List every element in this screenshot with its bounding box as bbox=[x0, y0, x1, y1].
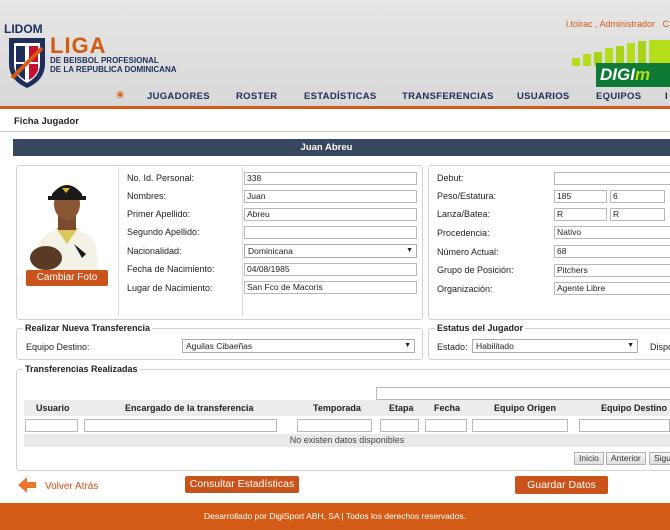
disponibilidad-label: Dispo bbox=[650, 342, 670, 352]
back-link[interactable]: Volver Atrás bbox=[45, 481, 98, 492]
fecha-nacimiento-field[interactable]: 04/08/1985 bbox=[244, 263, 417, 276]
nombres-label: Nombres: bbox=[127, 191, 167, 201]
lugar-nacimiento-field[interactable]: San Fco de Macoris bbox=[244, 281, 417, 294]
filter-encargado[interactable] bbox=[84, 419, 277, 432]
change-photo-button[interactable]: Cambiar Foto bbox=[26, 270, 108, 286]
user-name-link[interactable]: l.toirac , Administrador bbox=[566, 19, 655, 29]
lanza-batea-label: Lanza/Batea: bbox=[437, 209, 491, 219]
numero-actual-label: Número Actual: bbox=[437, 247, 499, 257]
main-nav: ❀ JUGADORES ROSTER ESTADÍSTICAS TRANSFER… bbox=[0, 88, 670, 106]
peso-estatura-label: Peso/Estatura: bbox=[437, 191, 497, 201]
nav-usuarios[interactable]: USUARIOS bbox=[517, 91, 570, 102]
pager-next[interactable]: Sigu bbox=[649, 452, 670, 465]
user-bar-trailing[interactable]: C bbox=[663, 19, 670, 29]
lidom-logo[interactable]: LIDOM LIGA DE BEISBOL PROFESIONAL DE LA … bbox=[4, 22, 194, 92]
col-fecha[interactable]: Fecha bbox=[434, 403, 460, 413]
chevron-down-icon: ▼ bbox=[406, 247, 413, 254]
organizacion-label: Organización: bbox=[437, 284, 493, 294]
history-legend: Transferencias Realizadas bbox=[23, 364, 140, 374]
fecha-nacimiento-label: Fecha de Nacimiento: bbox=[127, 264, 215, 274]
nav-jugadores[interactable]: JUGADORES bbox=[147, 91, 210, 102]
status-legend: Estatus del Jugador bbox=[435, 323, 526, 333]
organizacion-field[interactable]: Agente Libre bbox=[554, 282, 670, 295]
nav-equipos[interactable]: EQUIPOS bbox=[596, 91, 641, 102]
nav-roster[interactable]: ROSTER bbox=[236, 91, 277, 102]
title-divider bbox=[0, 131, 670, 132]
nacionalidad-select[interactable]: Dominicana ▼ bbox=[244, 244, 417, 258]
estado-select[interactable]: Habilitado ▼ bbox=[472, 339, 638, 353]
nav-more[interactable]: I bbox=[665, 91, 668, 102]
home-icon[interactable]: ❀ bbox=[116, 90, 124, 101]
back-arrow-icon[interactable] bbox=[18, 477, 36, 493]
id-label: No. Id. Personal: bbox=[127, 173, 195, 183]
segundo-apellido-field[interactable] bbox=[244, 226, 417, 239]
nacionalidad-label: Nacionalidad: bbox=[127, 246, 182, 256]
profile-divider-2 bbox=[242, 167, 243, 317]
batea-field[interactable]: R bbox=[610, 208, 665, 221]
page-title: Ficha Jugador bbox=[14, 116, 79, 127]
user-bar: l.toirac , Administrador C bbox=[566, 19, 669, 29]
nombres-field[interactable]: Juan bbox=[244, 190, 417, 203]
col-encargado[interactable]: Encargado de la transferencia bbox=[125, 403, 254, 413]
debut-field[interactable] bbox=[554, 172, 670, 185]
col-temporada[interactable]: Temporada bbox=[313, 403, 361, 413]
guardar-datos-button[interactable]: Guardar Datos bbox=[515, 476, 608, 494]
consultar-estadisticas-button[interactable]: Consultar Estadísticas bbox=[185, 476, 299, 493]
pager-previous[interactable]: Anterior bbox=[606, 452, 646, 465]
segundo-apellido-label: Segundo Apellido: bbox=[127, 227, 200, 237]
col-usuario[interactable]: Usuario bbox=[36, 403, 70, 413]
pager-first[interactable]: Inicio bbox=[574, 452, 604, 465]
chevron-down-icon: ▼ bbox=[627, 342, 634, 349]
col-equipo-origen[interactable]: Equipo Origen bbox=[494, 403, 556, 413]
empty-table-message: No existen datos disponibles bbox=[24, 434, 670, 447]
filter-equipo-destino[interactable] bbox=[579, 419, 670, 432]
id-field[interactable]: 338 bbox=[244, 172, 417, 185]
table-search-input[interactable] bbox=[376, 387, 670, 400]
grupo-posicion-label: Grupo de Posición: bbox=[437, 265, 514, 275]
logo-subtitle-1: DE BEISBOL PROFESIONAL bbox=[50, 56, 159, 65]
profile-divider bbox=[118, 167, 119, 317]
header: LIDOM LIGA DE BEISBOL PROFESIONAL DE LA … bbox=[0, 0, 670, 108]
header-divider bbox=[0, 106, 670, 109]
details-panel bbox=[428, 165, 670, 320]
grupo-posicion-field[interactable]: Pitchers bbox=[554, 264, 670, 277]
filter-usuario[interactable] bbox=[25, 419, 78, 432]
primer-apellido-label: Primer Apellido: bbox=[127, 209, 191, 219]
col-etapa[interactable]: Etapa bbox=[389, 403, 414, 413]
primer-apellido-field[interactable]: Abreu bbox=[244, 208, 417, 221]
col-equipo-destino[interactable]: Equipo Destino bbox=[601, 403, 667, 413]
new-transfer-legend: Realizar Nueva Transferencia bbox=[23, 323, 153, 333]
numero-actual-field[interactable]: 68 bbox=[554, 245, 670, 258]
filter-temporada[interactable] bbox=[297, 419, 372, 432]
user-bar-separator bbox=[658, 19, 661, 29]
chevron-down-icon: ▼ bbox=[404, 342, 411, 349]
player-photo bbox=[26, 174, 108, 270]
digisport-logo: DIGIm bbox=[596, 63, 670, 87]
player-name-bar: Juan Abreu bbox=[13, 139, 670, 156]
lanza-field[interactable]: R bbox=[554, 208, 607, 221]
estado-label: Estado: bbox=[437, 342, 468, 352]
footer: Desarrollado por DigiSport ABH, SA | Tod… bbox=[0, 503, 670, 530]
filter-etapa[interactable] bbox=[380, 419, 419, 432]
peso-field[interactable]: 185 bbox=[554, 190, 607, 203]
debut-label: Debut: bbox=[437, 173, 464, 183]
equipo-destino-label: Equipo Destino: bbox=[26, 342, 90, 352]
nav-estadisticas[interactable]: ESTADÍSTICAS bbox=[304, 91, 377, 102]
shield-icon bbox=[9, 38, 45, 88]
filter-equipo-origen[interactable] bbox=[472, 419, 568, 432]
lugar-nacimiento-label: Lugar de Nacimiento: bbox=[127, 283, 213, 293]
logo-subtitle-2: DE LA REPUBLICA DOMINICANA bbox=[50, 65, 177, 74]
procedencia-label: Procedencia: bbox=[437, 228, 490, 238]
estatura-field[interactable]: 6 bbox=[610, 190, 665, 203]
filter-fecha[interactable] bbox=[425, 419, 467, 432]
procedencia-field[interactable]: Nativo bbox=[554, 226, 670, 239]
equipo-destino-select[interactable]: Aguilas Cibaeñas ▼ bbox=[182, 339, 415, 353]
nav-transferencias[interactable]: TRANSFERENCIAS bbox=[402, 91, 494, 102]
